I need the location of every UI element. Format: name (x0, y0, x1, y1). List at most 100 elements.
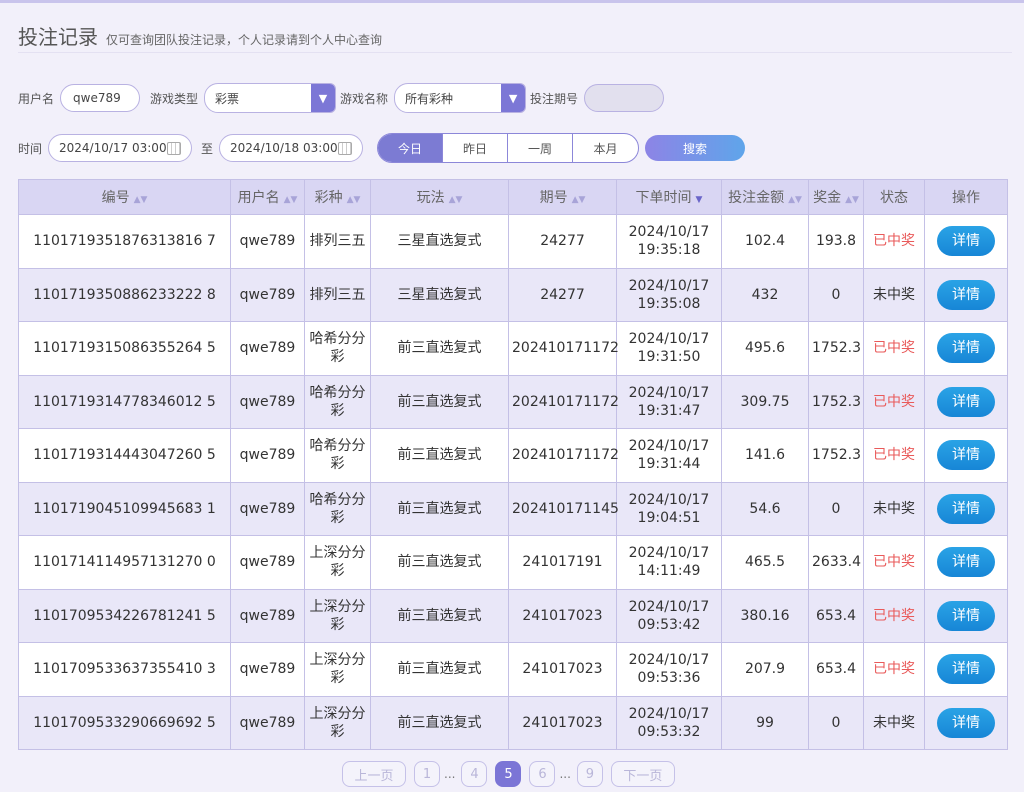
cell-action: 详情 (924, 374, 1008, 429)
calendar-icon[interactable] (338, 141, 353, 155)
range-month-button[interactable]: 本月 (573, 134, 638, 162)
detail-button[interactable]: 详情 (937, 440, 995, 471)
cell-order-time: 2024/10/17 19:35:08 (616, 267, 722, 322)
sort-icon: ▲▼ (283, 195, 298, 205)
order-clock: 09:53:32 (637, 723, 701, 740)
cell-lottery: 哈希分分彩 (304, 428, 371, 483)
calendar-icon[interactable] (167, 141, 182, 155)
cell-action: 详情 (924, 481, 1008, 536)
column-header-lottery[interactable]: 彩种 ▲▼ (304, 179, 371, 215)
detail-button[interactable]: 详情 (937, 386, 995, 417)
cell-order-time: 2024/10/17 19:31:50 (616, 321, 722, 376)
range-today-button[interactable]: 今日 (378, 134, 444, 162)
cell-amount: 99 (721, 695, 809, 750)
cell-amount: 141.6 (721, 428, 809, 483)
order-clock: 09:53:36 (637, 670, 701, 687)
cell-user: qwe789 (230, 321, 305, 376)
column-header-action: 操作 (924, 179, 1008, 215)
game-name-value: 所有彩种 (405, 91, 454, 106)
start-time-input[interactable]: 2024/10/17 03:00 (48, 134, 193, 162)
bet-records-table: 编号 ▲▼ 用户名 ▲▼ 彩种 ▲▼ 玩法 ▲▼ 期号 ▲▼ 下单时间 ▼ 投注金额 ▲▼ 奖… (18, 179, 1008, 750)
cell-user: qwe789 (230, 481, 305, 536)
detail-button[interactable]: 详情 (937, 547, 995, 578)
to-label: 至 (201, 141, 214, 156)
search-button[interactable]: 搜索 (645, 135, 746, 161)
sort-icon: ▲▼ (571, 195, 586, 205)
cell-issue: 241017023 (508, 695, 617, 750)
column-header-user[interactable]: 用户名 ▲▼ (230, 179, 305, 215)
table-row: 1101719314443047260 5 qwe789 哈希分分彩 前三直选复式 20… (18, 428, 1008, 483)
range-week-button[interactable]: 一周 (508, 134, 574, 162)
cell-issue: 241017023 (508, 642, 617, 697)
cell-play: 前三直选复式 (370, 535, 509, 590)
column-header-order-time[interactable]: 下单时间 ▼ (616, 179, 722, 215)
cell-id: 1101719350886233222 8 (18, 267, 231, 322)
table-row: 1101709533637355410 3 qwe789 上深分分彩 前三直选复式 24… (18, 642, 1008, 697)
time-label: 时间 (18, 141, 43, 156)
cell-lottery: 上深分分彩 (304, 535, 371, 590)
cell-order-time: 2024/10/17 19:31:47 (616, 374, 722, 429)
cell-id: 1101709533637355410 3 (18, 642, 231, 697)
range-yesterday-button[interactable]: 昨日 (443, 134, 509, 162)
cell-prize: 193.8 (808, 214, 864, 269)
cell-order-time: 2024/10/17 09:53:36 (616, 642, 722, 697)
cell-prize: 0 (808, 481, 864, 536)
order-clock: 19:31:44 (637, 456, 701, 473)
cell-issue: 202410171145 (508, 481, 619, 536)
cell-user: qwe789 (230, 642, 305, 697)
pagination-ellipsis: ... (559, 767, 571, 781)
column-header-issue[interactable]: 期号 ▲▼ (508, 179, 617, 215)
detail-button[interactable]: 详情 (937, 600, 995, 631)
detail-button[interactable]: 详情 (937, 279, 995, 310)
cell-order-time: 2024/10/17 09:53:42 (616, 588, 722, 643)
cell-lottery: 哈希分分彩 (304, 481, 371, 536)
order-date: 2024/10/17 (628, 438, 710, 455)
filter-row-1: 用户名 qwe789 游戏类型 彩票 ▼ 游戏名称 所有彩种 ▼ 投注期号 (18, 83, 665, 113)
cell-action: 详情 (924, 535, 1008, 590)
order-date: 2024/10/17 (628, 705, 710, 722)
page-5-button[interactable]: 5 (495, 761, 522, 787)
game-name-select[interactable]: 所有彩种 ▼ (394, 83, 527, 113)
cell-lottery: 上深分分彩 (304, 695, 371, 750)
page-title: 投注记录 (18, 25, 98, 49)
cell-prize: 0 (808, 267, 864, 322)
column-header-play[interactable]: 玩法 ▲▼ (370, 179, 509, 215)
table-row: 1101709533290669692 5 qwe789 上深分分彩 前三直选复式 24… (18, 695, 1008, 750)
order-date: 2024/10/17 (628, 491, 710, 508)
cell-status: 已中奖 (863, 588, 925, 643)
next-page-button[interactable]: 下一页 (610, 761, 675, 787)
cell-play: 前三直选复式 (370, 588, 509, 643)
page-6-button[interactable]: 6 (529, 761, 556, 787)
column-header-amount[interactable]: 投注金额 ▲▼ (721, 179, 809, 215)
detail-button[interactable]: 详情 (937, 333, 995, 364)
detail-button[interactable]: 详情 (937, 493, 995, 524)
column-header-status: 状态 (863, 179, 925, 215)
cell-play: 前三直选复式 (370, 481, 509, 536)
cell-id: 1101719315086355264 5 (18, 321, 231, 376)
cell-play: 三星直选复式 (370, 267, 509, 322)
cell-action: 详情 (924, 588, 1008, 643)
column-header-prize[interactable]: 奖金 ▲▼ (808, 179, 864, 215)
detail-button[interactable]: 详情 (937, 654, 995, 685)
table-row: 1101719351876313816 7 qwe789 排列三五 三星直选复式 242… (18, 214, 1008, 269)
end-time-value: 2024/10/18 03:00 (230, 141, 338, 155)
end-time-input[interactable]: 2024/10/18 03:00 (219, 134, 364, 162)
cell-user: qwe789 (230, 695, 305, 750)
detail-button[interactable]: 详情 (937, 226, 995, 257)
cell-status: 已中奖 (863, 214, 925, 269)
prev-page-button[interactable]: 上一页 (342, 761, 406, 787)
page-1-button[interactable]: 1 (414, 761, 440, 787)
cell-issue: 241017191 (508, 535, 617, 590)
cell-amount: 380.16 (721, 588, 809, 643)
page-4-button[interactable]: 4 (461, 761, 488, 787)
order-clock: 09:53:42 (637, 616, 701, 633)
game-type-select[interactable]: 彩票 ▼ (204, 83, 337, 113)
cell-play: 前三直选复式 (370, 374, 509, 429)
username-input[interactable]: qwe789 (60, 84, 141, 112)
column-header-id[interactable]: 编号 ▲▼ (18, 179, 231, 215)
issue-input[interactable] (584, 84, 665, 112)
pagination: 上一页 1 ... 4 5 6 ... 9 下一页 (342, 761, 683, 787)
detail-button[interactable]: 详情 (937, 707, 995, 738)
page-9-button[interactable]: 9 (576, 761, 603, 787)
order-date: 2024/10/17 (628, 545, 710, 562)
